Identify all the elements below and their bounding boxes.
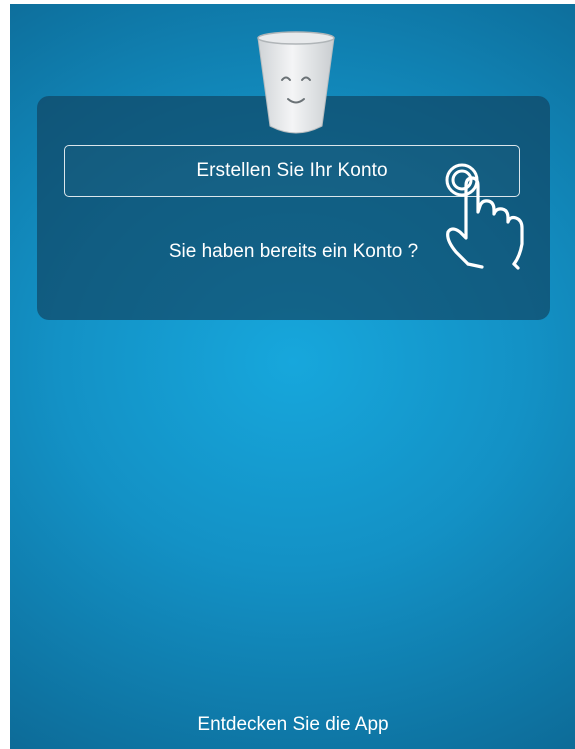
tap-hand-icon: [445, 163, 524, 270]
welcome-screen: Erstellen Sie Ihr Konto Sie haben bereit…: [10, 4, 575, 749]
discover-app-label: Entdecken Sie die App: [197, 714, 389, 735]
existing-account-label: Sie haben bereits ein Konto ?: [168, 241, 419, 262]
smiling-cup-icon: [257, 31, 335, 134]
create-account-label: Erstellen Sie Ihr Konto: [196, 160, 388, 181]
discover-app-link[interactable]: Entdecken Sie die App: [10, 714, 575, 736]
